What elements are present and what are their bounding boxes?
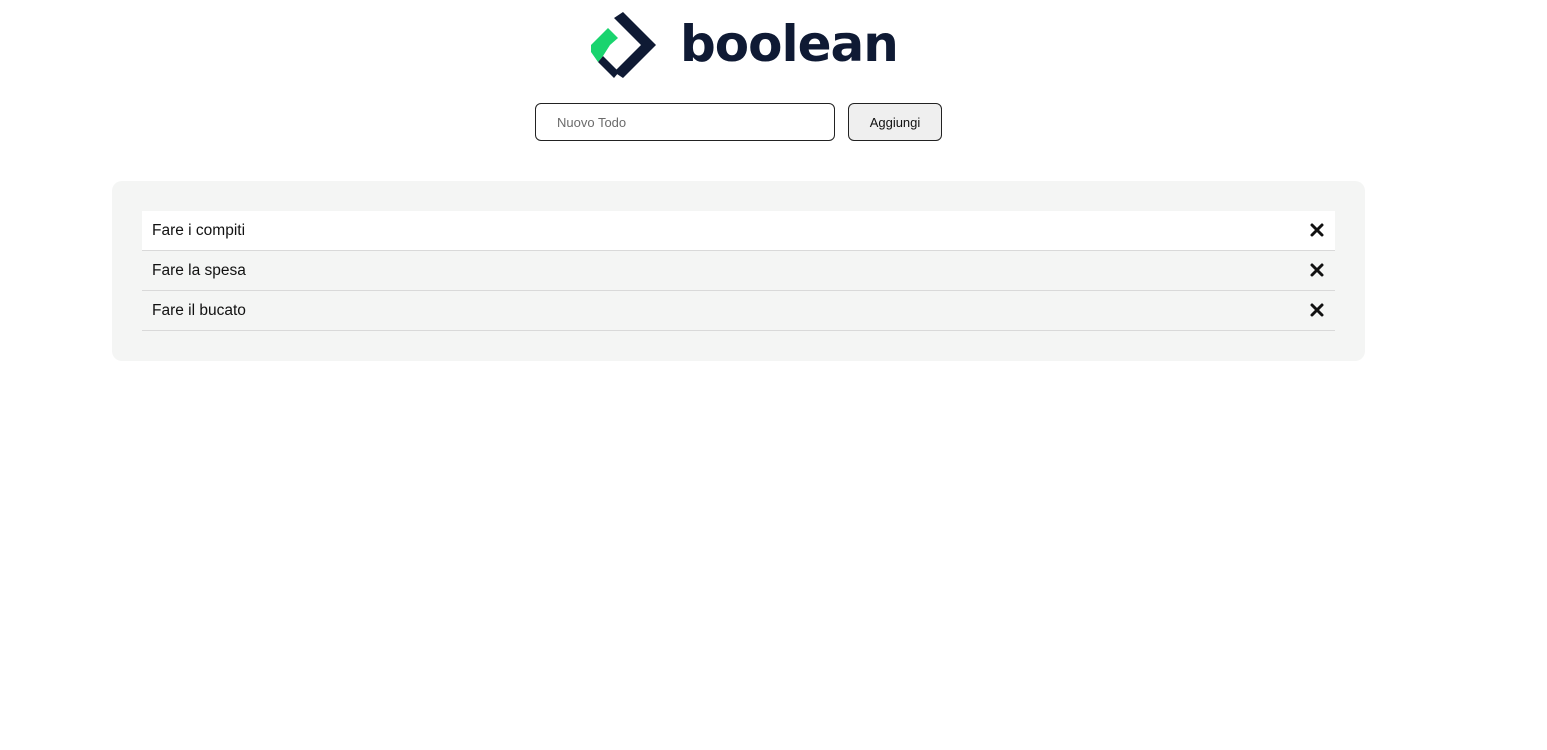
- close-icon[interactable]: [1309, 262, 1325, 278]
- new-todo-input[interactable]: [535, 103, 835, 141]
- brand-name: boolean: [680, 15, 899, 73]
- todo-text: Fare il bucato: [152, 302, 246, 319]
- todo-list: Fare i compiti Fare la spesa Fare il buc…: [142, 211, 1335, 331]
- header: boolean: [0, 0, 1547, 95]
- todo-text: Fare la spesa: [152, 262, 246, 279]
- add-todo-button[interactable]: Aggiungi: [848, 103, 942, 141]
- list-item: Fare il bucato: [142, 291, 1335, 331]
- close-icon[interactable]: [1309, 222, 1325, 238]
- list-item: Fare i compiti: [142, 211, 1335, 251]
- brand-logo: boolean: [588, 12, 899, 82]
- todo-list-panel: Fare i compiti Fare la spesa Fare il buc…: [112, 181, 1365, 361]
- logo-mark-icon: [591, 12, 656, 78]
- todo-text: Fare i compiti: [152, 222, 246, 239]
- close-icon[interactable]: [1309, 302, 1325, 318]
- list-item: Fare la spesa: [142, 251, 1335, 291]
